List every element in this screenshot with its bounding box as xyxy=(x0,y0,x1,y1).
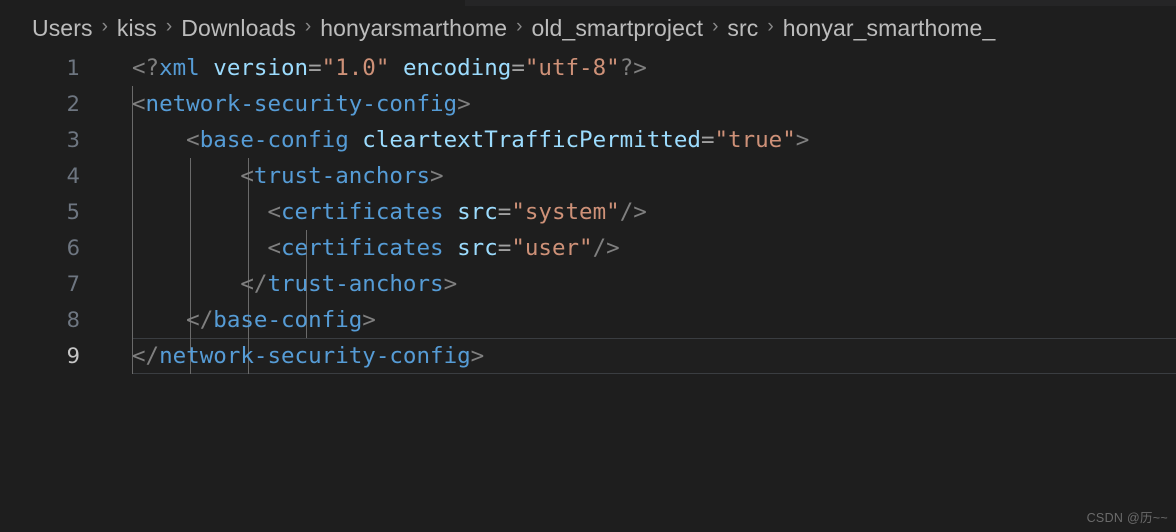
code-text: <?xml version="1.0" encoding="utf-8"?> xyxy=(132,50,647,86)
breadcrumb-item-1[interactable]: kiss xyxy=(117,15,157,42)
breadcrumb-item-5[interactable]: src xyxy=(727,15,758,42)
token-punc: ?> xyxy=(619,55,647,81)
token-punc: /> xyxy=(592,235,620,261)
token-punc: > xyxy=(470,343,485,369)
code-line[interactable]: 3 <base-config cleartextTrafficPermitted… xyxy=(0,122,1176,158)
line-number: 7 xyxy=(66,272,80,296)
token-punc: > xyxy=(430,163,444,189)
token-attr: encoding xyxy=(402,55,512,81)
token-punc: <? xyxy=(132,55,160,81)
token-punc: > xyxy=(362,307,376,333)
token-tag: trust-anchors xyxy=(253,163,431,189)
line-number: 9 xyxy=(66,344,80,368)
line-number: 5 xyxy=(66,200,80,224)
code-line[interactable]: 1 <?xml version="1.0" encoding="utf-8"?> xyxy=(0,50,1176,86)
token-punc xyxy=(389,55,403,81)
breadcrumb-separator-icon: › xyxy=(516,16,523,37)
token-punc: </ xyxy=(132,343,160,369)
breadcrumb-item-3[interactable]: honyarsmarthome xyxy=(320,15,507,42)
code-editor[interactable]: 1 <?xml version="1.0" encoding="utf-8"?> 2… xyxy=(0,50,1176,532)
breadcrumb-item-6[interactable]: honyar_smarthome_ xyxy=(783,15,996,42)
line-number: 8 xyxy=(66,308,80,332)
token-punc: < xyxy=(132,199,282,225)
token-eq: = xyxy=(700,127,715,153)
line-number: 3 xyxy=(66,128,80,152)
code-text: </network-security-config> xyxy=(132,338,484,374)
code-text: <trust-anchors> xyxy=(132,158,444,194)
line-number: 2 xyxy=(66,92,80,116)
code-line[interactable]: 8 </base-config> xyxy=(0,302,1176,338)
line-number: 4 xyxy=(66,164,80,188)
breadcrumb-separator-icon: › xyxy=(101,16,108,37)
breadcrumb-item-2[interactable]: Downloads xyxy=(181,15,296,42)
token-punc: /> xyxy=(619,199,647,225)
token-str: "1.0" xyxy=(321,55,390,81)
token-punc: </ xyxy=(132,271,268,297)
token-str: "system" xyxy=(511,199,620,225)
code-line[interactable]: 6 <certificates src="user"/> xyxy=(0,230,1176,266)
token-tag: certificates xyxy=(281,235,444,261)
token-tag: xml xyxy=(159,55,200,81)
token-punc: </ xyxy=(132,307,214,333)
breadcrumb-separator-icon: › xyxy=(304,16,312,37)
token-punc: > xyxy=(443,271,458,297)
token-tag: base-config xyxy=(213,307,363,333)
code-text: <network-security-config> xyxy=(132,86,471,122)
token-attr: version xyxy=(213,55,309,81)
token-punc: < xyxy=(132,127,200,153)
code-text: <certificates src="user"/> xyxy=(132,230,620,266)
breadcrumb-separator-icon: › xyxy=(165,16,173,37)
watermark: CSDN @历~~ xyxy=(1086,511,1168,525)
token-punc xyxy=(444,235,458,261)
breadcrumb-item-0[interactable]: Users xyxy=(32,15,93,42)
token-tag: base-config xyxy=(199,127,349,153)
code-text: <certificates src="system"/> xyxy=(132,194,647,230)
token-punc: < xyxy=(132,235,282,261)
token-attr: cleartextTrafficPermitted xyxy=(362,127,701,153)
breadcrumb-separator-icon: › xyxy=(767,16,774,37)
code-line[interactable]: 2 <network-security-config> xyxy=(0,86,1176,122)
token-str: "utf-8" xyxy=(524,55,620,81)
token-attr: src xyxy=(457,199,498,225)
token-punc xyxy=(444,199,458,225)
token-attr: src xyxy=(457,235,498,261)
token-eq: = xyxy=(497,235,512,261)
token-eq: = xyxy=(497,199,512,225)
token-tag: network-security-config xyxy=(145,91,458,117)
breadcrumb-separator-icon: › xyxy=(712,16,719,37)
code-line[interactable]: 5 <certificates src="system"/> xyxy=(0,194,1176,230)
token-punc xyxy=(349,127,363,153)
code-text: </base-config> xyxy=(132,302,376,338)
line-number: 1 xyxy=(66,56,80,80)
breadcrumb[interactable]: Users › kiss › Downloads › honyarsmarthome › old… xyxy=(0,6,1176,50)
token-str: "true" xyxy=(714,127,796,153)
token-tag: trust-anchors xyxy=(267,271,444,297)
token-eq: = xyxy=(511,55,525,81)
breadcrumb-item-4[interactable]: old_smartproject xyxy=(531,15,703,42)
token-tag: certificates xyxy=(281,199,444,225)
token-punc: > xyxy=(795,127,810,153)
token-punc: < xyxy=(132,91,146,117)
token-str: "user" xyxy=(511,235,593,261)
token-punc: > xyxy=(457,91,471,117)
code-text: <base-config cleartextTrafficPermitted="… xyxy=(132,122,809,158)
code-line[interactable]: 9 </network-security-config> xyxy=(0,338,1176,374)
token-punc xyxy=(200,55,214,81)
token-eq: = xyxy=(308,55,322,81)
token-tag: network-security-config xyxy=(159,343,471,369)
code-line[interactable]: 4 <trust-anchors> xyxy=(0,158,1176,194)
line-number: 6 xyxy=(66,236,80,260)
token-punc: < xyxy=(132,163,254,189)
code-text: </trust-anchors> xyxy=(132,266,457,302)
code-line[interactable]: 7 </trust-anchors> xyxy=(0,266,1176,302)
